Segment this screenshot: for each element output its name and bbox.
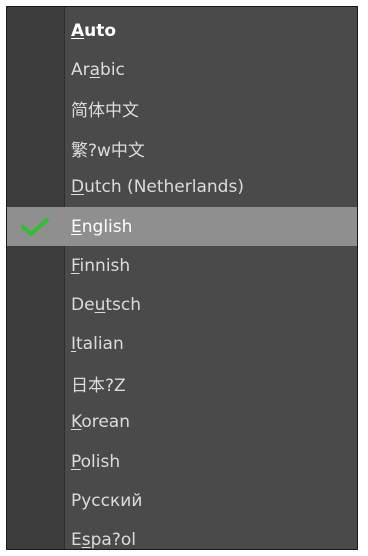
menu-item-russian[interactable]: Русский [7, 481, 357, 520]
menu-item-spanish[interactable]: Espa?ol [7, 520, 357, 550]
menu-item-label: Русский [71, 490, 143, 511]
menu-items: Auto Arabic 简体中文 繁?w中文 Dutch (Netherland… [7, 11, 357, 550]
menu-item-finnish[interactable]: Finnish [7, 246, 357, 285]
menu-item-label: 日本?Z [71, 375, 126, 396]
check-icon [21, 217, 49, 236]
menu-item-label: Deutsch [71, 294, 141, 315]
menu-item-label: Dutch (Netherlands) [71, 177, 244, 198]
menu-item-traditional-chinese[interactable]: 繁?w中文 [7, 129, 357, 168]
menu-item-japanese[interactable]: 日本?Z [7, 364, 357, 403]
language-menu: Auto Arabic 简体中文 繁?w中文 Dutch (Netherland… [6, 6, 358, 550]
menu-item-deutsch[interactable]: Deutsch [7, 285, 357, 324]
menu-item-label: Espa?ol [71, 530, 136, 550]
menu-item-arabic[interactable]: Arabic [7, 50, 357, 89]
menu-item-label: 繁?w中文 [71, 140, 145, 161]
menu-item-label: 简体中文 [71, 101, 139, 122]
menu-item-label: Arabic [71, 59, 125, 80]
menu-item-label: Finnish [71, 255, 131, 276]
menu-item-label: Korean [71, 412, 130, 433]
menu-item-simplified-chinese[interactable]: 简体中文 [7, 89, 357, 128]
menu-item-label: Auto [71, 20, 117, 41]
menu-item-polish[interactable]: Polish [7, 442, 357, 481]
menu-item-dutch[interactable]: Dutch (Netherlands) [7, 168, 357, 207]
menu-item-english[interactable]: English [7, 206, 357, 247]
menu-item-label: English [71, 216, 133, 237]
menu-item-auto[interactable]: Auto [7, 11, 357, 50]
menu-item-italian[interactable]: Italian [7, 325, 357, 364]
menu-item-label: Italian [71, 334, 124, 355]
menu-item-label: Polish [71, 451, 121, 472]
menu-item-korean[interactable]: Korean [7, 403, 357, 442]
